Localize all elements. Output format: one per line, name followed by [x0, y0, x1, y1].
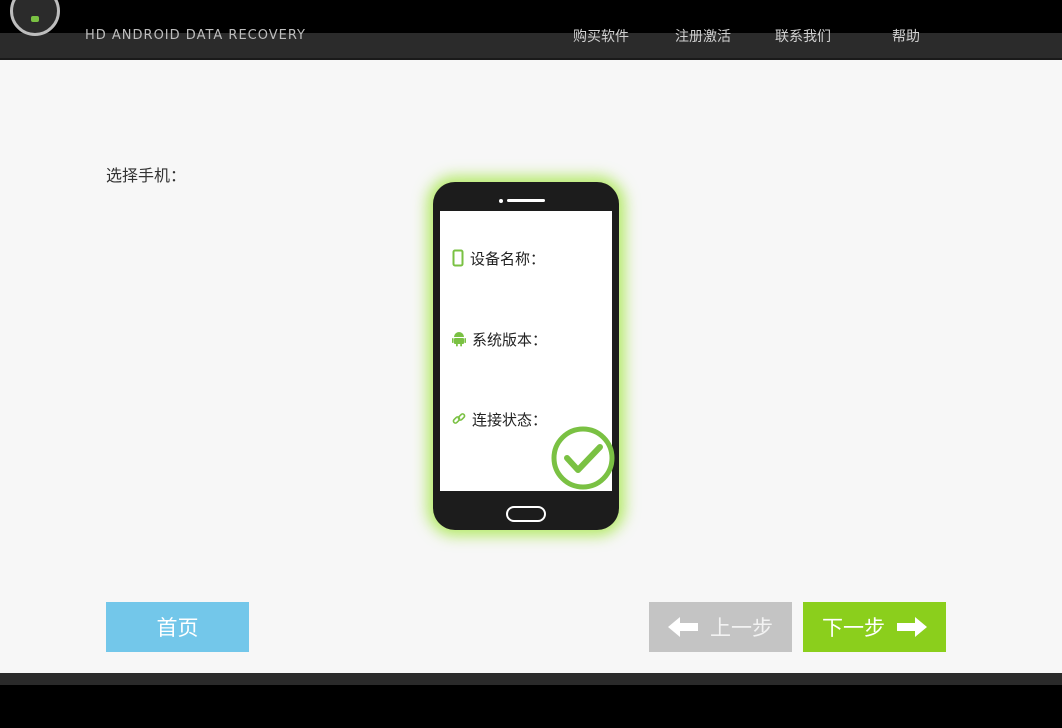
android-icon — [452, 332, 466, 347]
home-button-label: 首页 — [156, 616, 199, 640]
phone-speaker — [507, 199, 545, 202]
app-name: HD ANDROID DATA RECOVERY — [85, 28, 306, 43]
check-circle-icon — [551, 426, 615, 490]
phone-illustration: 设备名称： 系统版本： 连接状态： — [433, 182, 619, 530]
next-step-label: 下一步 — [822, 616, 885, 640]
smartphone-icon — [452, 249, 464, 267]
app-logo-icon — [10, 0, 60, 36]
device-name-label: 设备名称： — [470, 249, 546, 268]
link-icon — [452, 413, 466, 424]
system-version-label: 系统版本： — [472, 330, 548, 349]
device-name-row: 设备名称： — [452, 247, 545, 269]
arrow-left-icon — [668, 617, 698, 637]
home-button[interactable]: 首页 — [106, 602, 249, 652]
select-phone-label: 选择手机： — [106, 166, 187, 185]
phone-screen: 设备名称： 系统版本： 连接状态： — [440, 211, 615, 491]
nav-buy-software[interactable]: 购买软件 — [573, 28, 629, 46]
phone-home-button — [506, 506, 546, 522]
camera-dot — [499, 199, 503, 203]
main-panel: 选择手机： 设备名称： 系统版本： 连接状态： 首页 上一步 下一步 — [0, 60, 1062, 673]
footer-bar — [0, 673, 1062, 685]
nav-contact-us[interactable]: 联系我们 — [775, 28, 831, 46]
connection-status-label: 连接状态： — [472, 410, 548, 429]
previous-step-button[interactable]: 上一步 — [649, 602, 792, 652]
nav-register-activate[interactable]: 注册激活 — [675, 28, 731, 46]
next-step-button[interactable]: 下一步 — [803, 602, 946, 652]
previous-step-label: 上一步 — [710, 616, 773, 640]
system-version-row: 系统版本： — [452, 328, 547, 350]
connection-status-row: 连接状态： — [452, 408, 547, 430]
title-bar: HD ANDROID DATA RECOVERY 购买软件 注册激活 联系我们 … — [0, 0, 1062, 60]
arrow-right-icon — [897, 617, 927, 637]
nav-help[interactable]: 帮助 — [892, 28, 920, 46]
